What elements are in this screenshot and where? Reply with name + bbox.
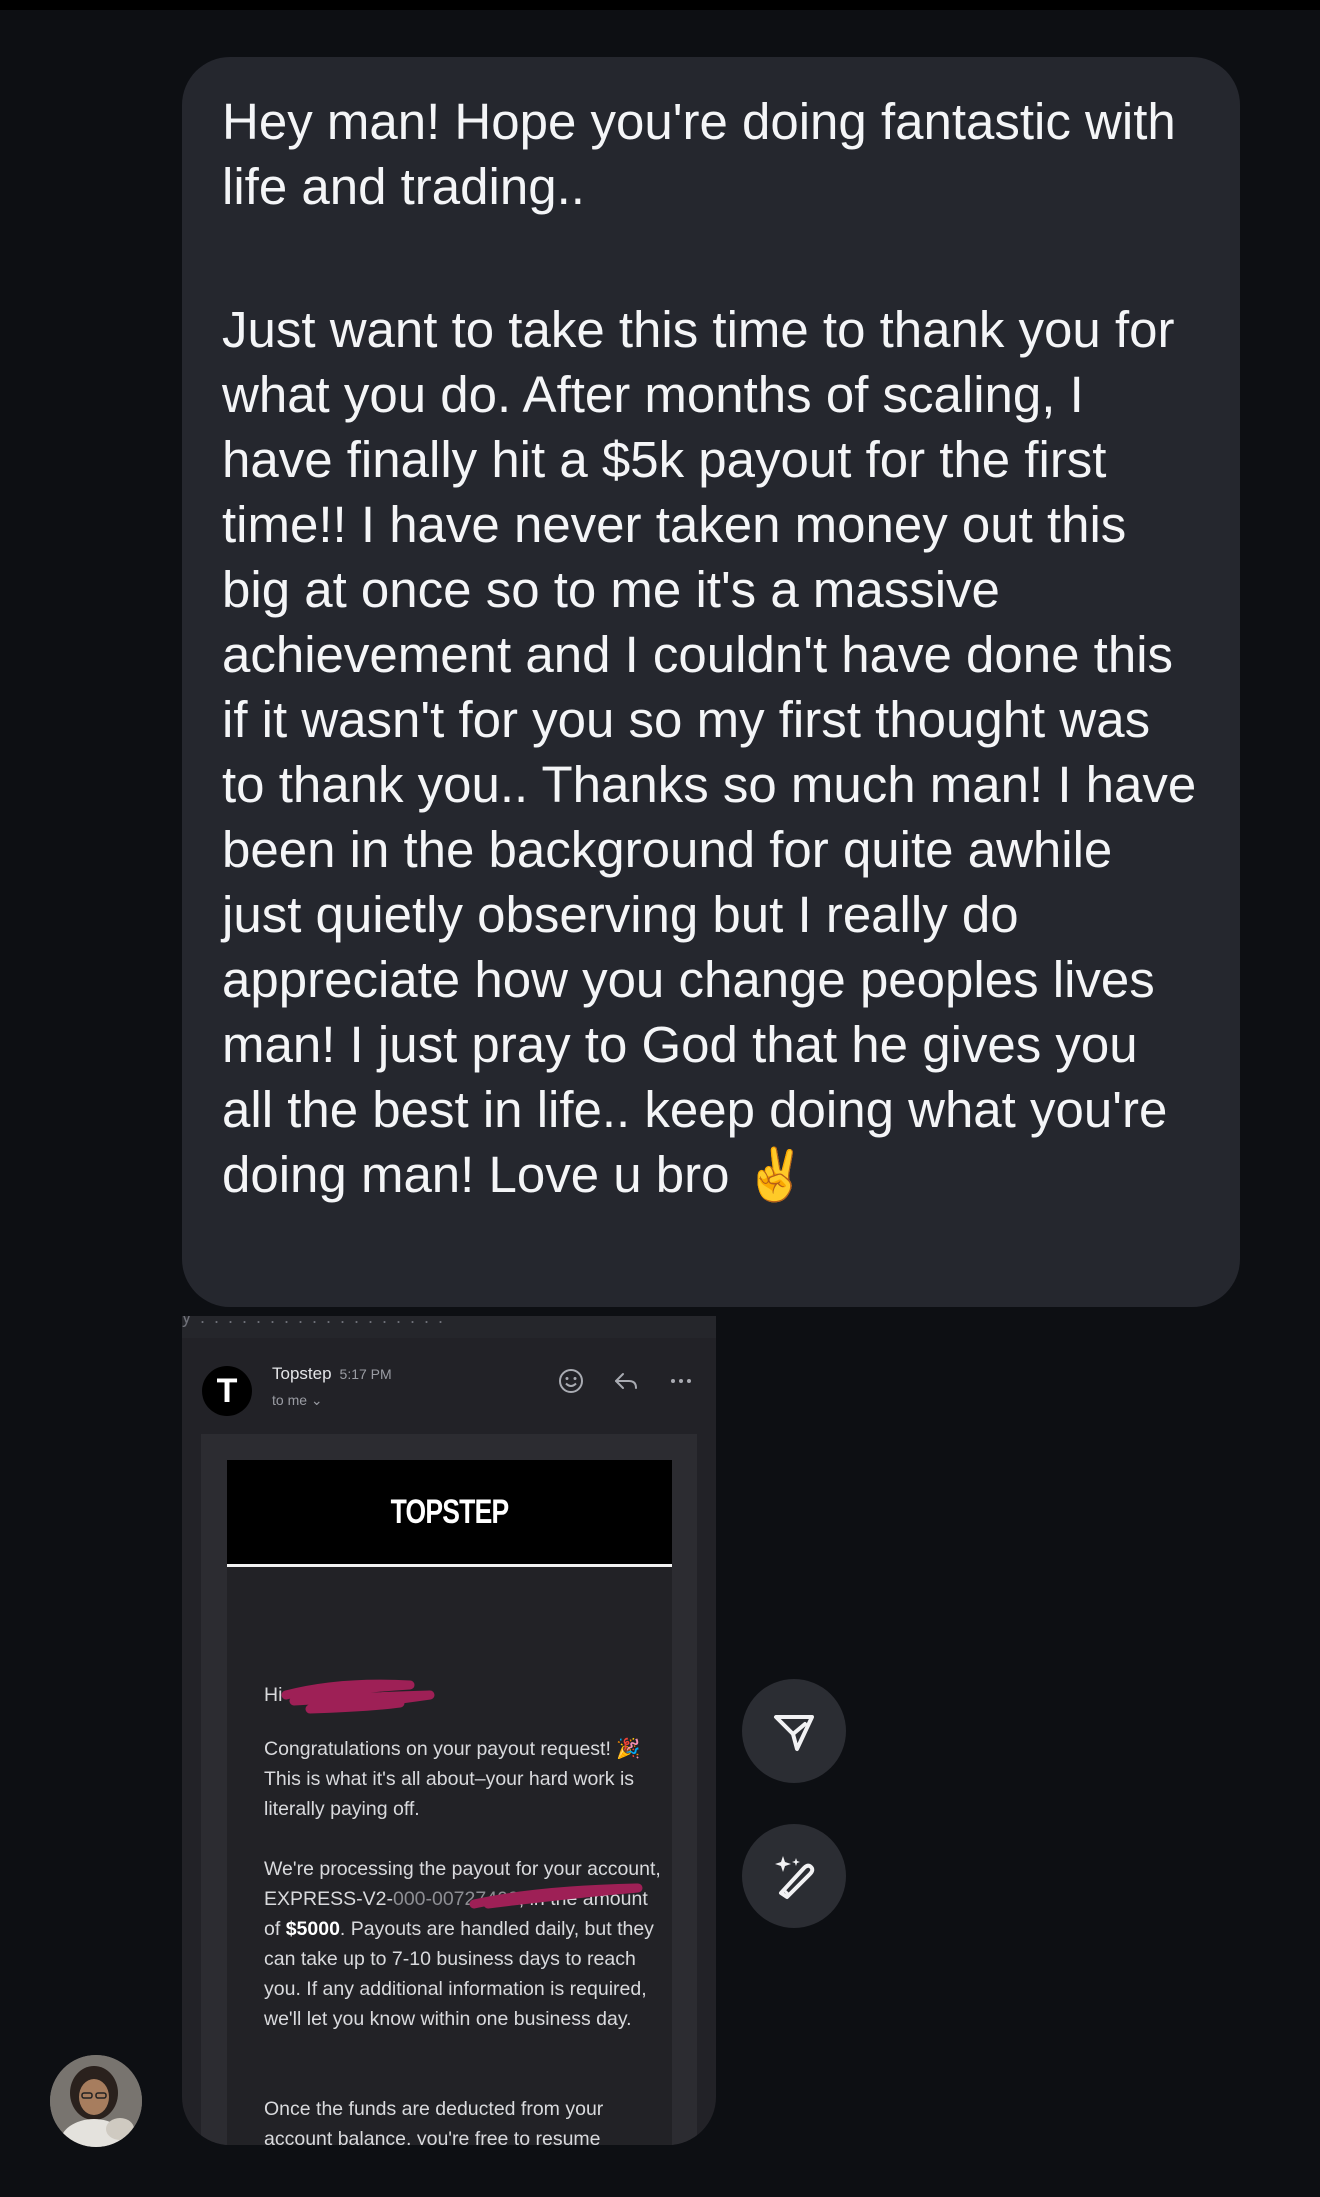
email-screenshot-attachment[interactable]: y . . . . . . . . . . . . . . . . . . T … [182, 1316, 716, 2145]
smiley-icon [559, 1369, 583, 1393]
reply-icon [615, 1373, 637, 1389]
send-icon [774, 1715, 814, 1751]
email-paragraph-funds: Once the funds are deducted from your ac… [264, 2094, 664, 2145]
account-redaction [469, 1883, 643, 1909]
sender-avatar: T [202, 1366, 252, 1416]
avatar-photo [50, 2055, 142, 2147]
user-avatar[interactable] [50, 2055, 142, 2147]
congrats-text-b: This is what it's all about–your hard wo… [264, 1768, 635, 1820]
sender-name: Topstep [272, 1364, 332, 1383]
funds-text: Once the funds are deducted from your ac… [264, 2098, 604, 2145]
recipient-line: to me ⌄ [272, 1392, 323, 1408]
message-gap [222, 219, 1200, 297]
message-body: Just want to take this time to thank you… [222, 301, 1197, 1203]
magic-edit-button[interactable] [742, 1824, 846, 1928]
sent-time: 5:17 PM [339, 1366, 392, 1382]
brand-logo: TOPSTEP [390, 1493, 510, 1531]
message-bubble[interactable]: Hey man! Hope you're doing fantastic wit… [182, 57, 1240, 1307]
victory-emoji: ✌️ [743, 1146, 808, 1203]
payout-amount: $5000 [285, 1918, 340, 1940]
email-paragraph-congrats: Congratulations on your payout request! … [264, 1734, 664, 1824]
send-button[interactable] [742, 1679, 846, 1783]
message-text-para1: Hey man! Hope you're doing fantastic wit… [222, 93, 1176, 215]
more-icon [671, 1379, 691, 1383]
sender-line: Topstep 5:17 PM [272, 1364, 392, 1384]
cropped-text: y . . . . . . . . . . . . . . . . . . [182, 1316, 446, 1327]
top-status-strip [0, 0, 1320, 10]
party-emoji: 🎉 [616, 1738, 641, 1760]
message-text-para2: Just want to take this time to thank you… [222, 297, 1200, 1207]
congrats-text-a: Congratulations on your payout request! [264, 1738, 617, 1760]
name-redaction [281, 1679, 435, 1714]
magic-pen-icon [775, 1856, 815, 1899]
brand-banner: TOPSTEP [227, 1460, 672, 1567]
cropped-header-strip: y . . . . . . . . . . . . . . . . . . [182, 1316, 716, 1338]
